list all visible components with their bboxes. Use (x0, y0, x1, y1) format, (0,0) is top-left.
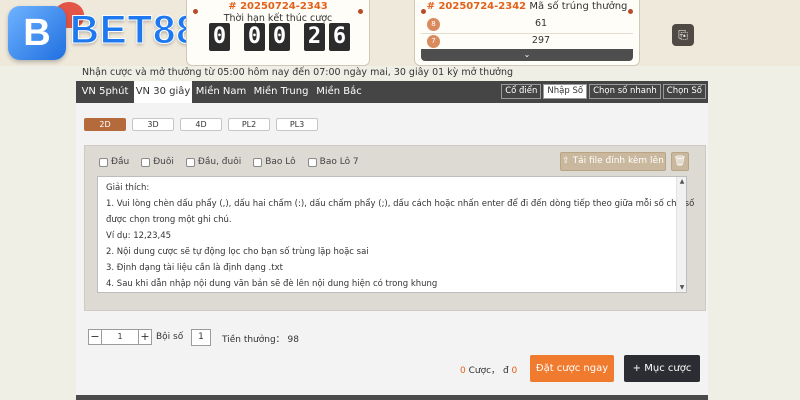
quantity-stepper: − 1 + (88, 329, 152, 345)
scroll-up-icon[interactable]: ▲ (678, 178, 686, 185)
checkbox[interactable] (253, 157, 263, 167)
timer-digit: 2 (304, 23, 325, 51)
checkbox-bao-lo-7[interactable]: Bao Lô 7 (307, 157, 359, 167)
bet-summary: 0 Cược， đ 0 (460, 363, 517, 376)
bet-content: 2D 3D 4D PL2 PL3 Đầu Đuôi Đầu, đuôi Bao … (76, 103, 708, 400)
currency-symbol: đ (502, 366, 509, 376)
subtab-2d[interactable]: 2D (84, 118, 126, 131)
document-icon[interactable]: ⎘ (672, 24, 694, 46)
checkbox[interactable] (307, 157, 317, 167)
bet-list-label: Mục cược (644, 363, 692, 374)
bet-list-button[interactable]: + Mục cược (624, 355, 700, 382)
instruction-line: 3. Định dạng tài liệu cần là định dạng .… (106, 263, 283, 273)
checkbox-dau-duoi[interactable]: Đầu, đuôi (185, 157, 241, 167)
result-value: 297 (531, 35, 551, 46)
current-round-id: # 20250724-2343 (228, 1, 328, 12)
place-bet-button[interactable]: Đặt cược ngay (530, 355, 614, 382)
checkbox[interactable] (99, 157, 108, 167)
plus-button[interactable]: + (138, 329, 152, 345)
instruction-line: Ví dụ: 12,23,45 (106, 231, 172, 241)
checkbox-duoi[interactable]: Đuôi (141, 157, 174, 167)
instruction-line: Giải thích: (106, 183, 150, 193)
pin-icon (193, 9, 198, 14)
bet-count: 0 (460, 366, 466, 376)
subtab-4d[interactable]: 4D (180, 118, 222, 131)
timer-digit: 0 (269, 23, 290, 51)
quantity-input[interactable]: 1 (102, 329, 138, 345)
multiplier-label: Bội số (156, 332, 184, 342)
last-result-header: # 20250724-2342 Mã số trúng thưởng (415, 1, 639, 12)
bet-amount: 0 (511, 366, 518, 376)
multiplier-input[interactable]: 1 (191, 329, 211, 346)
mode-switch: Cổ điển Nhập Số Chọn số nhanh Chọn Số (501, 84, 706, 99)
ball-icon: 7 (427, 35, 440, 48)
current-round-card: # 20250724-2343 Thời hạn kết thúc cược 0… (186, 0, 370, 66)
tab-vn-30-giay[interactable]: VN 30 giây (134, 81, 192, 103)
checkbox-dau[interactable]: Đầu (99, 157, 129, 167)
upload-file-button[interactable]: ⇪ Tải file đính kèm lên (560, 152, 666, 171)
trash-icon[interactable]: 🗑 (671, 152, 689, 171)
tab-mien-nam[interactable]: Miền Nam (192, 81, 250, 103)
logo-mark: B (8, 6, 66, 60)
plus-icon: + (632, 363, 642, 374)
last-result-card: # 20250724-2342 Mã số trúng thưởng 8 61 … (414, 0, 640, 66)
game-tabs: VN 5phút VN 30 giây Miền Nam Miền Trung … (76, 81, 708, 103)
mode-chon-so-nhanh[interactable]: Chọn số nhanh (589, 84, 661, 99)
minus-button[interactable]: − (88, 329, 102, 345)
reward-text: Tiền thưởng： 98 (222, 335, 299, 345)
bet-numbers-textarea[interactable]: Giải thích: 1. Vui lòng chèn dấu phẩy (,… (97, 176, 694, 293)
upload-icon: ⇪ (562, 156, 573, 166)
tab-vn-5phut[interactable]: VN 5phút (76, 81, 134, 103)
timer-digit: 0 (244, 23, 265, 51)
schedule-notice: Nhận cược và mở thưởng từ 05:00 hôm nay … (82, 67, 514, 78)
checkbox[interactable] (141, 157, 151, 167)
result-row: 7 297 (421, 33, 633, 48)
mode-nhap-so[interactable]: Nhập Số (543, 84, 588, 99)
countdown-timer: 0 0 0 2 6 (209, 23, 350, 51)
chevron-down-icon[interactable]: ⌄ (421, 49, 633, 61)
bet-count-label: Cược， (468, 366, 501, 376)
checkbox-bao-lo[interactable]: Bao Lô (253, 157, 296, 167)
ball-icon: 8 (427, 18, 440, 31)
result-row: 8 61 (421, 17, 633, 32)
scrollbar[interactable]: ▲ ▼ (676, 177, 686, 292)
pin-icon (628, 9, 633, 14)
bet-type-checkboxes: Đầu Đuôi Đầu, đuôi Bao Lô Bao Lô 7 (99, 157, 359, 167)
logo-text: BET88 (70, 8, 200, 53)
pin-icon (421, 9, 426, 14)
checkbox[interactable] (185, 157, 195, 167)
result-value: 61 (534, 18, 548, 29)
timer-digit: 0 (209, 23, 230, 51)
instruction-line: được chọn trong một ghi chú. (106, 215, 232, 225)
scroll-down-icon[interactable]: ▼ (678, 284, 686, 291)
digit-type-tabs: 2D 3D 4D PL2 PL3 (84, 118, 318, 131)
last-result-label: Mã số trúng thưởng (529, 1, 628, 12)
pin-icon (358, 9, 363, 14)
mode-chon-so[interactable]: Chọn Số (662, 84, 706, 99)
last-result-id: # 20250724-2342 (426, 1, 527, 12)
instruction-line: 2. Nội dung cược sẽ tự động lọc cho bạn … (106, 247, 369, 257)
subtab-3d[interactable]: 3D (132, 118, 174, 131)
upload-button-label: Tải file đính kèm lên (572, 156, 664, 166)
timer-digit: 6 (329, 23, 350, 51)
instruction-line: 4. Sau khi dẫn nhập nội dung văn bản sẽ … (106, 279, 438, 289)
bottom-bar (76, 395, 708, 400)
tab-mien-bac[interactable]: Miền Bắc (312, 81, 366, 103)
instruction-line: 1. Vui lòng chèn dấu phẩy (,), dấu hai c… (106, 199, 695, 209)
mode-co-dien[interactable]: Cổ điển (501, 84, 542, 99)
subtab-pl3[interactable]: PL3 (276, 118, 318, 131)
tab-mien-trung[interactable]: Miền Trung (250, 81, 312, 103)
subtab-pl2[interactable]: PL2 (228, 118, 270, 131)
